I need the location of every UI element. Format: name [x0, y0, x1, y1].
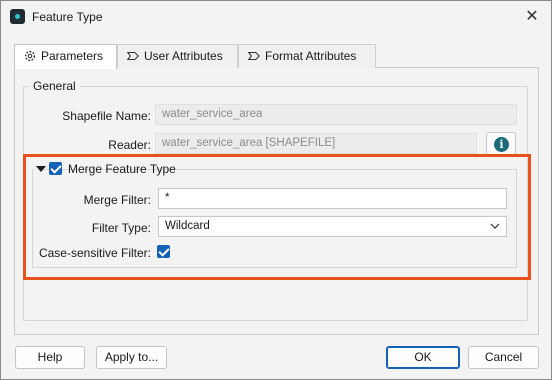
shapefile-name-field: water_service_area — [155, 104, 517, 125]
title-bar[interactable]: Feature Type ✕ — [1, 1, 551, 33]
cancel-button[interactable]: Cancel — [468, 346, 539, 369]
tab-label: User Attributes — [144, 49, 223, 63]
tab-parameters[interactable]: Parameters — [14, 44, 117, 69]
tab-format-attributes[interactable]: Format Attributes — [238, 44, 376, 68]
general-group-title: General — [29, 79, 80, 93]
apply-to-button[interactable]: Apply to... — [96, 346, 167, 369]
tab-user-attributes[interactable]: User Attributes — [117, 44, 238, 68]
info-icon: i — [494, 137, 509, 152]
shapefile-name-label: Shapefile Name: — [62, 109, 151, 123]
merge-feature-type-checkbox[interactable] — [49, 162, 62, 175]
gear-icon — [24, 50, 36, 62]
merge-feature-type-header: Merge Feature Type — [34, 161, 176, 177]
close-icon[interactable]: ✕ — [519, 5, 545, 29]
app-icon — [10, 9, 25, 24]
merge-feature-type-label: Merge Feature Type — [68, 162, 176, 176]
filter-type-value: Wildcard — [165, 220, 210, 232]
tab-label: Format Attributes — [265, 49, 357, 63]
filter-type-select[interactable]: Wildcard — [158, 216, 507, 237]
feature-type-dialog: Feature Type ✕ Parameters User Attribute… — [0, 0, 552, 380]
info-button[interactable]: i — [486, 132, 516, 157]
ok-button[interactable]: OK — [386, 346, 460, 369]
window-title: Feature Type — [32, 10, 103, 24]
help-button[interactable]: Help — [15, 346, 85, 369]
merge-filter-input[interactable]: * — [158, 188, 507, 209]
case-sensitive-checkbox[interactable] — [157, 245, 170, 258]
case-sensitive-label: Case-sensitive Filter: — [38, 246, 151, 260]
collapse-triangle-icon[interactable] — [36, 166, 46, 172]
tab-label: Parameters — [41, 49, 104, 63]
chevron-down-icon — [490, 223, 500, 229]
tag-icon — [126, 51, 139, 61]
merge-filter-label: Merge Filter: — [83, 193, 151, 207]
reader-label: Reader: — [108, 138, 151, 152]
tag-icon — [247, 51, 260, 61]
filter-type-label: Filter Type: — [91, 221, 151, 235]
reader-field: water_service_area [SHAPEFILE] — [155, 133, 477, 154]
